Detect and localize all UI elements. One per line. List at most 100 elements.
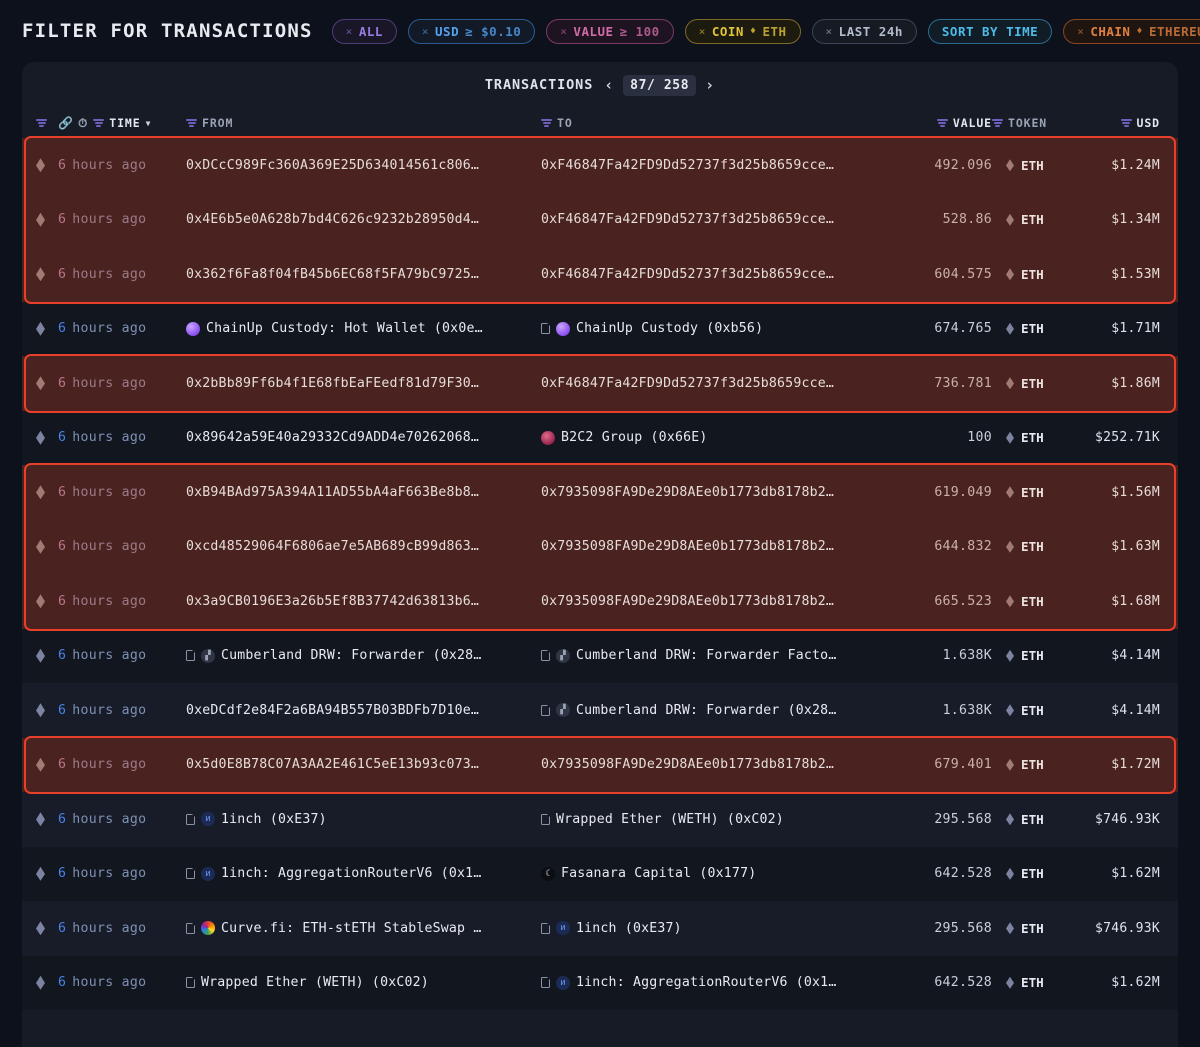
row-to-address[interactable]: 0xF46847Fa42FD9Dd52737f3d25b8659cce… [541,267,834,282]
row-to-cell[interactable]: 0xF46847Fa42FD9Dd52737f3d25b8659cce… [541,267,896,282]
row-to-cell[interactable]: 0x7935098FA9De29D8AEe0b1773db8178b2… [541,757,896,772]
column-header-token[interactable]: TOKEN [992,116,1076,130]
row-to-address[interactable]: ChainUp Custody (0xb56) [576,321,763,336]
filter-chip-usd[interactable]: ×USD≥ $0.10 [408,19,535,44]
row-to-cell[interactable]: 0x7935098FA9De29D8AEe0b1773db8178b2… [541,485,896,500]
table-row[interactable]: 6hours ago1inch: AggregationRouterV6 (0x… [22,847,1178,902]
table-row[interactable]: 6hours ago1inch (0xE37)Wrapped Ether (WE… [22,792,1178,847]
row-to-address[interactable]: 0xF46847Fa42FD9Dd52737f3d25b8659cce… [541,158,834,173]
row-to-address[interactable]: 0xF46847Fa42FD9Dd52737f3d25b8659cce… [541,376,834,391]
row-to-cell[interactable]: Fasanara Capital (0x177) [541,866,896,881]
column-header-time[interactable]: ⏱ TIME ▼ [78,116,186,131]
row-to-address[interactable]: 0xF46847Fa42FD9Dd52737f3d25b8659cce… [541,212,834,227]
filter-chip-last[interactable]: ×LAST 24h [812,19,917,44]
page-indicator[interactable]: 87/ 258 [623,75,696,96]
row-to-address[interactable]: 0x7935098FA9De29D8AEe0b1773db8178b2… [541,757,834,772]
row-from-address[interactable]: 0x362f6Fa8f04fB45b6EC68f5FA79bC9725… [186,267,479,282]
row-from-cell[interactable]: 0x5d0E8B78C07A3AA2E461C5eE13b93c073… [186,757,541,772]
table-row[interactable]: 6hours ago0x3a9CB0196E3a26b5Ef8B37742d63… [22,574,1178,629]
prev-page-button[interactable]: ‹ [604,78,614,93]
row-to-cell[interactable]: 0x7935098FA9De29D8AEe0b1773db8178b2… [541,539,896,554]
row-from-cell[interactable]: 1inch: AggregationRouterV6 (0x1… [186,866,541,881]
row-from-cell[interactable]: 0xcd48529064F6806ae7e5AB689cB99d863… [186,539,541,554]
table-row[interactable]: 6hours agoCumberland DRW: Forwarder (0x2… [22,629,1178,684]
table-row[interactable]: 6hours ago0x4E6b5e0A628b7bd4C626c9232b28… [22,193,1178,248]
row-to-address[interactable]: Wrapped Ether (WETH) (0xC02) [556,812,784,827]
row-to-address[interactable]: 0x7935098FA9De29D8AEe0b1773db8178b2… [541,539,834,554]
row-from-address[interactable]: 0x5d0E8B78C07A3AA2E461C5eE13b93c073… [186,757,479,772]
row-from-address[interactable]: 0x2bBb89Ff6b4f1E68fbEaFEedf81d79F30… [186,376,479,391]
column-header-link[interactable]: 🔗 [58,116,78,130]
close-icon[interactable]: × [346,25,353,38]
column-header-to[interactable]: TO [541,116,896,130]
row-from-cell[interactable]: 1inch (0xE37) [186,812,541,827]
row-from-cell[interactable]: 0xB94BAd975A394A11AD55bA4aF663Be8b8… [186,485,541,500]
table-row[interactable]: 6hours agoCurve.fi: ETH-stETH StableSwap… [22,901,1178,956]
row-from-address[interactable]: Curve.fi: ETH-stETH StableSwap … [221,921,481,936]
row-from-cell[interactable]: 0x3a9CB0196E3a26b5Ef8B37742d63813b6… [186,594,541,609]
table-row[interactable]: 6hours ago0x362f6Fa8f04fB45b6EC68f5FA79b… [22,247,1178,302]
row-to-address[interactable]: 1inch: AggregationRouterV6 (0x1… [576,975,836,990]
table-row[interactable]: 6hours agoChainUp Custody: Hot Wallet (0… [22,302,1178,357]
row-from-address[interactable]: 0xDCcC989Fc360A369E25D634014561c806… [186,158,479,173]
row-to-cell[interactable]: Cumberland DRW: Forwarder (0x28… [541,703,896,718]
filter-chip-coin[interactable]: ×COIN♦ETH [685,19,801,44]
filter-chip-all[interactable]: ×ALL [332,19,397,44]
row-from-address[interactable]: 0x4E6b5e0A628b7bd4C626c9232b28950d4… [186,212,479,227]
row-from-cell[interactable]: 0x362f6Fa8f04fB45b6EC68f5FA79bC9725… [186,267,541,282]
row-to-cell[interactable]: B2C2 Group (0x66E) [541,430,896,445]
row-from-cell[interactable]: Curve.fi: ETH-stETH StableSwap … [186,921,541,936]
close-icon[interactable]: × [1077,25,1084,38]
row-from-address[interactable]: 0xB94BAd975A394A11AD55bA4aF663Be8b8… [186,485,479,500]
table-row[interactable]: 6hours ago0xDCcC989Fc360A369E25D63401456… [22,138,1178,193]
next-page-button[interactable]: › [705,78,715,93]
row-to-address[interactable]: B2C2 Group (0x66E) [561,430,708,445]
row-to-cell[interactable]: 0xF46847Fa42FD9Dd52737f3d25b8659cce… [541,212,896,227]
row-to-address[interactable]: 0x7935098FA9De29D8AEe0b1773db8178b2… [541,594,834,609]
row-to-cell[interactable]: ChainUp Custody (0xb56) [541,321,896,336]
table-row[interactable]: 6hours agoWrapped Ether (WETH) (0xC02)1i… [22,956,1178,1011]
row-to-address[interactable]: 1inch (0xE37) [576,921,682,936]
row-to-cell[interactable]: 0x7935098FA9De29D8AEe0b1773db8178b2… [541,594,896,609]
row-from-address[interactable]: Wrapped Ether (WETH) (0xC02) [201,975,429,990]
row-from-address[interactable]: Cumberland DRW: Forwarder (0x28… [221,648,481,663]
close-icon[interactable]: × [422,25,429,38]
table-row[interactable]: 6hours ago0x5d0E8B78C07A3AA2E461C5eE13b9… [22,738,1178,793]
row-to-address[interactable]: Fasanara Capital (0x177) [561,866,756,881]
row-from-cell[interactable]: Wrapped Ether (WETH) (0xC02) [186,975,541,990]
table-row[interactable]: 6hours ago0xB94BAd975A394A11AD55bA4aF663… [22,465,1178,520]
close-icon[interactable]: × [826,25,833,38]
row-to-address[interactable]: 0x7935098FA9De29D8AEe0b1773db8178b2… [541,485,834,500]
row-from-address[interactable]: ChainUp Custody: Hot Wallet (0x0e… [206,321,483,336]
row-from-cell[interactable]: 0xDCcC989Fc360A369E25D634014561c806… [186,158,541,173]
row-from-address[interactable]: 1inch: AggregationRouterV6 (0x1… [221,866,481,881]
row-from-cell[interactable]: Cumberland DRW: Forwarder (0x28… [186,648,541,663]
chevron-down-icon[interactable]: ▼ [146,119,152,128]
row-to-address[interactable]: Cumberland DRW: Forwarder (0x28… [576,703,836,718]
row-to-cell[interactable]: Wrapped Ether (WETH) (0xC02) [541,812,896,827]
close-icon[interactable]: × [699,25,706,38]
row-from-cell[interactable]: 0x4E6b5e0A628b7bd4C626c9232b28950d4… [186,212,541,227]
row-from-cell[interactable]: ChainUp Custody: Hot Wallet (0x0e… [186,321,541,336]
column-header-from[interactable]: FROM [186,116,541,130]
row-to-cell[interactable]: 0xF46847Fa42FD9Dd52737f3d25b8659cce… [541,158,896,173]
filter-chip-sort[interactable]: SORT BY TIME [928,19,1052,44]
row-to-cell[interactable]: 0xF46847Fa42FD9Dd52737f3d25b8659cce… [541,376,896,391]
table-row[interactable]: 6hours ago0x89642a59E40a29332Cd9ADD4e702… [22,411,1178,466]
row-to-cell[interactable]: Cumberland DRW: Forwarder Facto… [541,648,896,663]
filter-chip-value[interactable]: ×VALUE≥ 100 [546,19,673,44]
row-from-cell[interactable]: 0x2bBb89Ff6b4f1E68fbEaFEedf81d79F30… [186,376,541,391]
row-from-address[interactable]: 1inch (0xE37) [221,812,327,827]
row-to-cell[interactable]: 1inch: AggregationRouterV6 (0x1… [541,975,896,990]
row-to-address[interactable]: Cumberland DRW: Forwarder Facto… [576,648,836,663]
row-from-address[interactable]: 0x3a9CB0196E3a26b5Ef8B37742d63813b6… [186,594,479,609]
row-from-cell[interactable]: 0xeDCdf2e84F2a6BA94B557B03BDFb7D10e… [186,703,541,718]
row-from-cell[interactable]: 0x89642a59E40a29332Cd9ADD4e70262068… [186,430,541,445]
row-from-address[interactable]: 0xeDCdf2e84F2a6BA94B557B03BDFb7D10e… [186,703,479,718]
column-header-usd[interactable]: USD [1076,116,1160,130]
table-row[interactable]: 6hours ago0x2bBb89Ff6b4f1E68fbEaFEedf81d… [22,356,1178,411]
close-icon[interactable]: × [560,25,567,38]
column-header-chain-filter[interactable] [36,119,58,127]
column-header-value[interactable]: VALUE [896,116,992,130]
row-to-cell[interactable]: 1inch (0xE37) [541,921,896,936]
